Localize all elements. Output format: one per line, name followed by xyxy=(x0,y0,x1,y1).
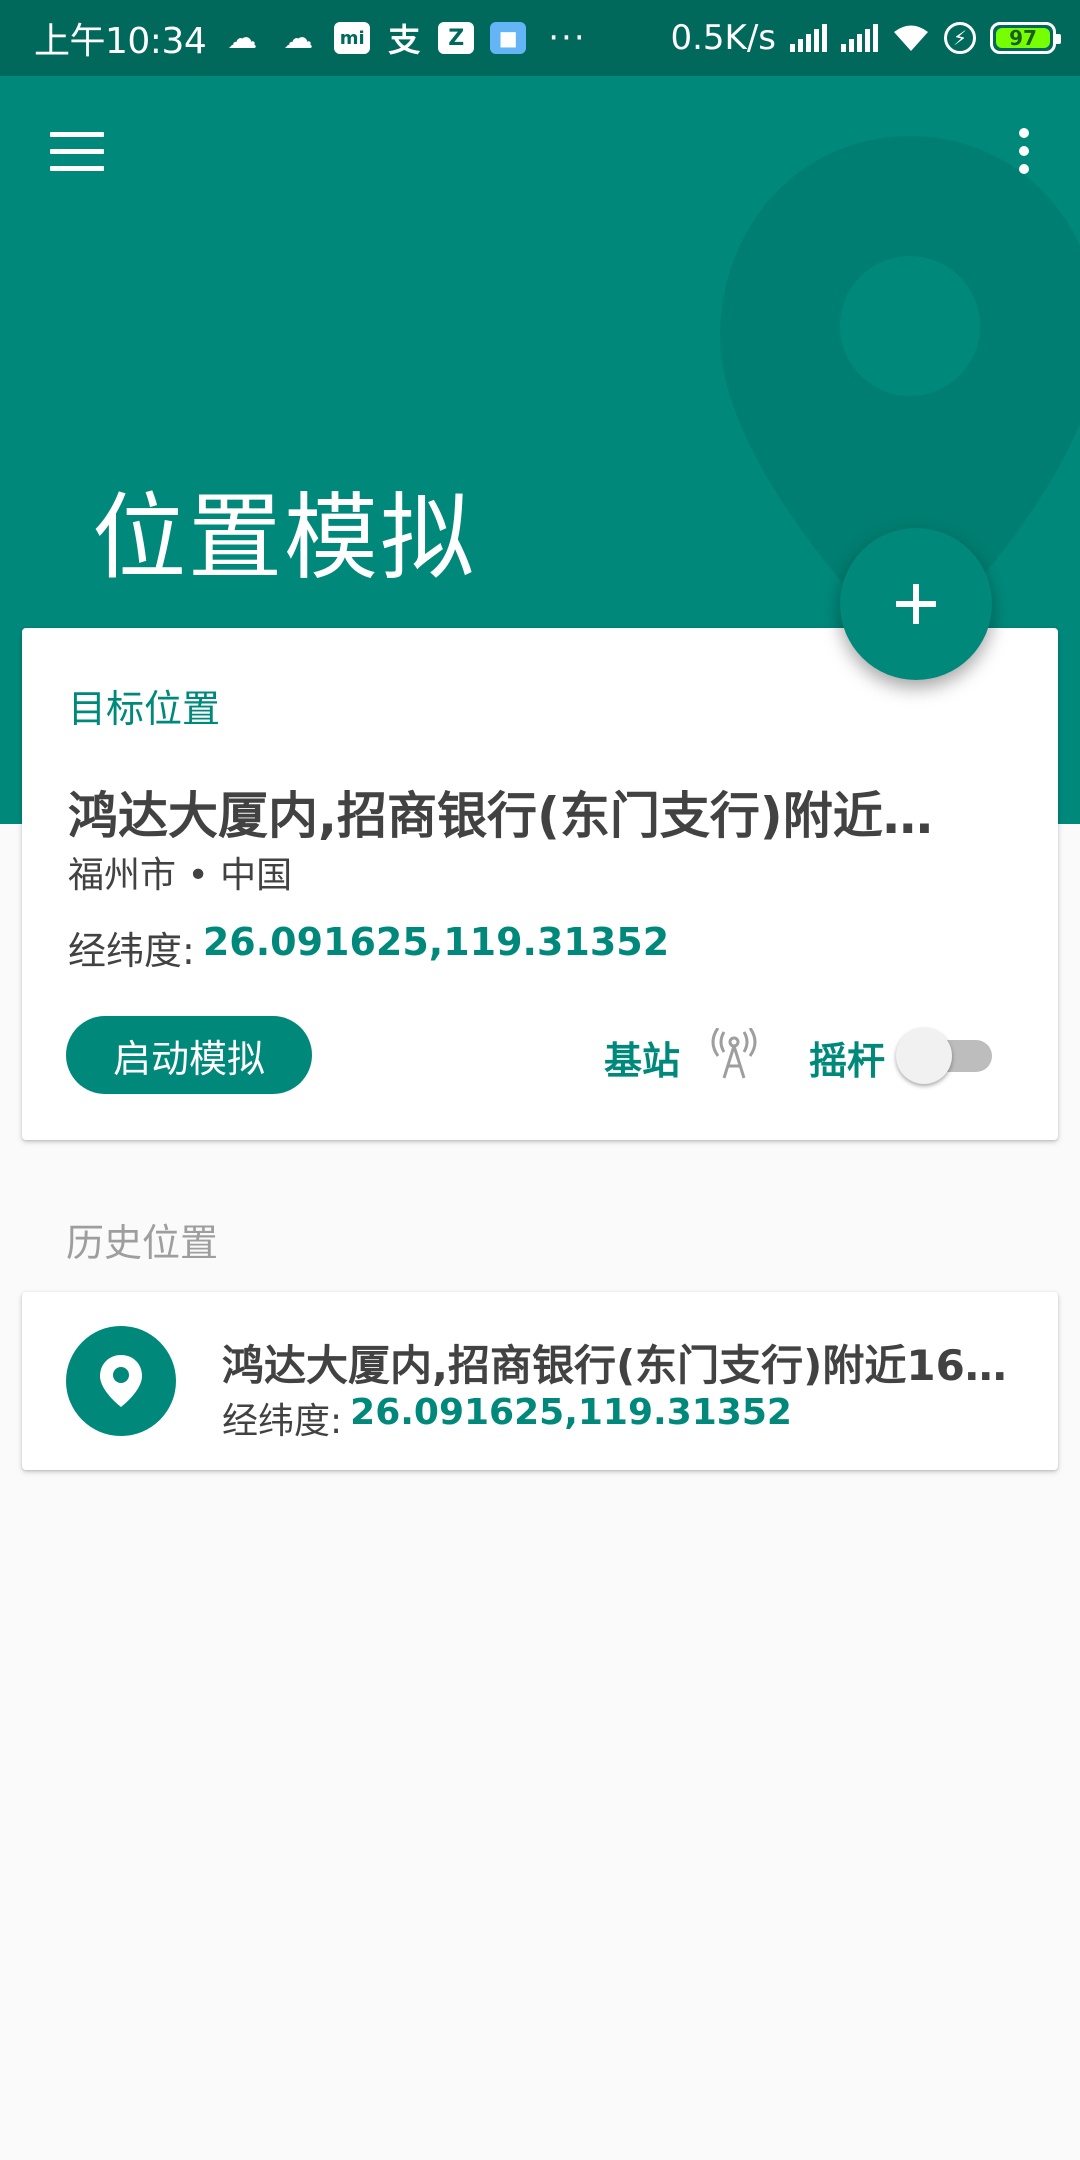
coord-label: 经纬度: xyxy=(68,929,195,973)
network-speed: 0.5K/s xyxy=(670,18,776,58)
notification-icons: ☁ ☁ mi 支 Z ■ xyxy=(222,20,527,59)
blue-app-icon: ■ xyxy=(490,22,527,54)
battery-level: 97 xyxy=(1009,26,1037,50)
history-item[interactable]: 鸿达大厦内,招商银行(东门支行)附近16… 经纬度: 26.091625,119… xyxy=(22,1292,1058,1470)
status-right: 0.5K/s ⚡ 97 xyxy=(670,18,1061,58)
history-item-title: 鸿达大厦内,招商银行(东门支行)附近16… xyxy=(222,1341,1007,1390)
joystick-label: 摇杆 xyxy=(809,1039,886,1083)
charging-icon: ⚡ xyxy=(944,22,976,54)
signal-icon xyxy=(790,24,827,52)
wifi-icon xyxy=(894,25,928,51)
plus-icon xyxy=(896,584,936,624)
cell-tower-label[interactable]: 基站 xyxy=(604,1030,680,1085)
wechat-icon: ☁ xyxy=(227,20,258,56)
wechat-icon: ☁ xyxy=(283,20,314,56)
menu-button[interactable] xyxy=(50,132,104,174)
target-region: 福州市 • 中国 xyxy=(68,855,293,896)
start-simulation-button[interactable]: 启动模拟 xyxy=(66,1016,312,1094)
history-item-coordinates: 经纬度: 26.091625,119.31352 xyxy=(222,1392,792,1444)
target-coordinates: 经纬度: 26.091625,119.31352 xyxy=(68,920,669,975)
joystick-toggle[interactable] xyxy=(896,1024,1006,1084)
signal-icon xyxy=(841,24,878,52)
coord-value: 26.091625,119.31352 xyxy=(350,1392,792,1433)
target-location-card: 目标位置 鸿达大厦内,招商银行(东门支行)附近… 福州市 • 中国 经纬度: 2… xyxy=(22,628,1058,1140)
coord-value: 26.091625,119.31352 xyxy=(202,920,670,964)
page-title: 位置模拟 xyxy=(92,484,477,593)
battery-icon: 97 xyxy=(990,22,1061,54)
status-bar: 上午10:34 ☁ ☁ mi 支 Z ■ ··· 0.5K/s ⚡ 97 xyxy=(0,0,1080,76)
target-section-label: 目标位置 xyxy=(68,687,221,731)
status-time: 上午10:34 xyxy=(34,21,207,62)
coord-label: 经纬度: xyxy=(222,1401,343,1442)
toggle-thumb xyxy=(896,1028,952,1084)
history-section-label: 历史位置 xyxy=(66,1221,219,1265)
alipay-icon: 支 xyxy=(388,21,421,59)
mi-store-icon: mi xyxy=(334,22,371,54)
overflow-menu-button[interactable] xyxy=(1014,128,1034,178)
target-address: 鸿达大厦内,招商银行(东门支行)附近… xyxy=(68,787,933,845)
more-notifications-icon: ··· xyxy=(548,18,587,58)
add-location-button[interactable] xyxy=(840,528,992,680)
z-app-icon: Z xyxy=(438,22,475,54)
location-pin-avatar xyxy=(66,1326,176,1436)
app-screen: 上午10:34 ☁ ☁ mi 支 Z ■ ··· 0.5K/s ⚡ 97 位置模… xyxy=(0,0,1080,2160)
cell-tower-icon[interactable] xyxy=(710,1028,758,1080)
location-pin-icon xyxy=(100,1355,142,1407)
